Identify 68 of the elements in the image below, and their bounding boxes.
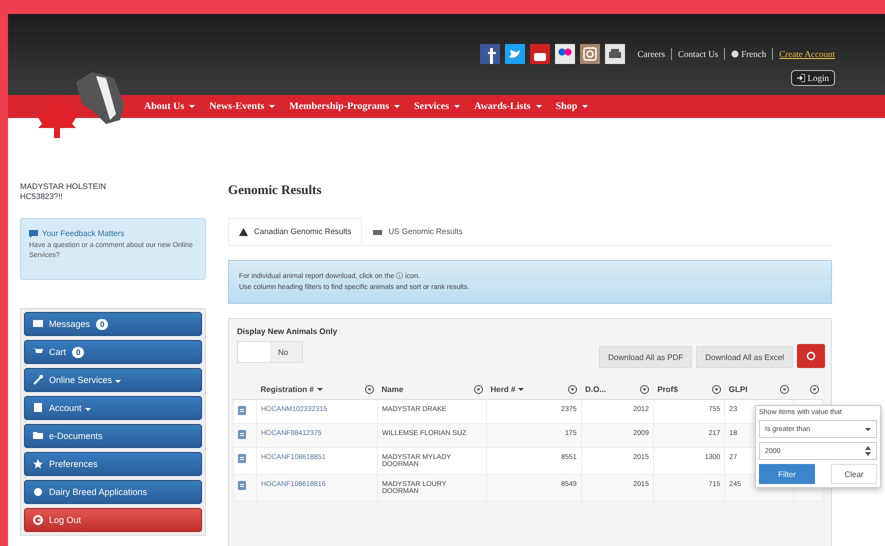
nav-menu-item[interactable]: Membership-Programs — [289, 101, 400, 112]
tab[interactable]: Canadian Genomic Results — [228, 218, 362, 245]
filter-icon[interactable] — [780, 385, 790, 394]
star-icon — [33, 459, 43, 469]
filter-icon[interactable] — [474, 385, 482, 394]
document-icon — [238, 454, 246, 463]
flag-icon — [373, 228, 382, 236]
feedback-title[interactable]: Your Feedback Matters — [29, 229, 197, 238]
refresh-icon — [806, 351, 816, 361]
refresh-button[interactable] — [797, 344, 825, 368]
wrench-icon — [33, 375, 43, 385]
header-link[interactable]: French — [731, 49, 766, 59]
column-header[interactable]: Registration # — [260, 385, 323, 394]
logout-icon — [33, 515, 43, 525]
clear-button[interactable]: Clear — [831, 464, 877, 484]
document-icon — [238, 481, 246, 490]
menu-button[interactable]: Preferences — [24, 452, 202, 476]
globe-icon — [731, 50, 740, 58]
count-badge: 0 — [96, 318, 108, 330]
document-icon — [238, 430, 246, 439]
column-header[interactable]: D.O... — [585, 385, 606, 394]
user-name: MADYSTAR HOLSTEIN — [20, 182, 108, 192]
menu-button[interactable]: e-Documents — [24, 424, 202, 448]
header-link[interactable]: Contact Us — [678, 49, 718, 59]
login-button[interactable]: Login — [790, 70, 835, 86]
toggle-switch[interactable]: No — [237, 341, 303, 363]
printer-icon[interactable] — [604, 44, 625, 64]
menu-button[interactable]: Online Services — [24, 368, 202, 392]
filter-icon[interactable] — [810, 385, 818, 394]
filter-button[interactable]: Filter — [759, 464, 815, 484]
toggle-label: Display New Animals Only — [237, 327, 338, 336]
filter-icon[interactable] — [568, 385, 578, 394]
youtube-icon[interactable] — [530, 44, 550, 64]
login-icon — [796, 74, 804, 82]
menu-button[interactable]: Messages 0 — [24, 312, 202, 336]
filter-icon[interactable] — [712, 385, 721, 394]
nav-menu-item[interactable]: Awards-Lists — [474, 101, 542, 112]
column-header[interactable]: Herd # — [490, 385, 524, 394]
member-code: HC53823?!! — [20, 192, 64, 202]
nav-menu-item[interactable]: Services — [414, 101, 460, 112]
circle-icon — [33, 487, 43, 497]
nav-menu-item[interactable]: News-Events — [209, 101, 276, 112]
nav-menu-item[interactable]: About Us — [144, 101, 196, 112]
column-header[interactable]: Prof$ — [657, 385, 678, 394]
folder-icon — [33, 431, 43, 441]
menu-button[interactable]: Cart 0 — [24, 340, 202, 364]
column-header[interactable]: GLPI — [728, 385, 748, 394]
nav-menu-item[interactable]: Shop — [556, 101, 588, 112]
filter-icon[interactable] — [640, 385, 650, 394]
header-link[interactable]: Careers — [638, 49, 666, 59]
filter-icon[interactable] — [364, 385, 374, 394]
menu-button[interactable]: Account — [24, 396, 202, 420]
count-badge: 0 — [72, 346, 84, 358]
download-button[interactable]: Download All as Excel — [696, 346, 793, 368]
document-icon — [238, 406, 246, 415]
calculator-icon — [33, 403, 43, 413]
envelope-icon — [33, 319, 43, 329]
twitter-icon[interactable] — [504, 44, 525, 64]
download-button[interactable]: Download All as PDF — [599, 346, 692, 368]
menu-button[interactable]: Log Out — [24, 508, 202, 532]
speech-icon — [29, 230, 38, 238]
spinner-icon — [865, 446, 871, 456]
menu-button[interactable]: Dairy Breed Applications — [24, 480, 202, 504]
header-link[interactable]: Create Account — [779, 49, 835, 59]
column-header[interactable]: Name — [382, 385, 404, 394]
camera-icon[interactable] — [580, 44, 600, 64]
dots-icon[interactable] — [554, 44, 575, 64]
page-title: Genomic Results — [228, 182, 323, 198]
